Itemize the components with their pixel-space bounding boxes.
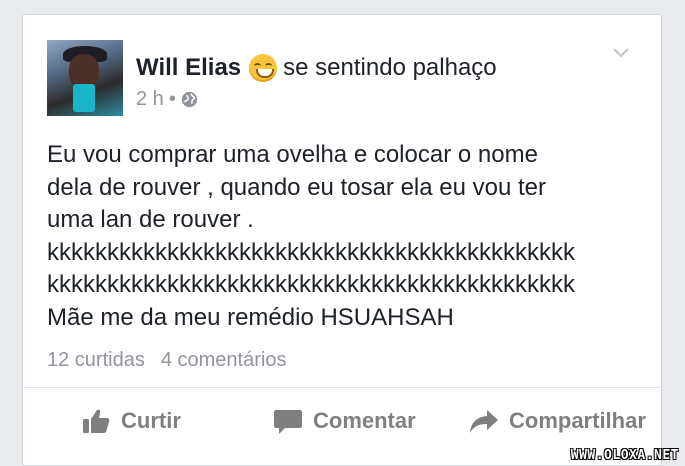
post-line: Mãe me da meu remédio HSUAHSAH xyxy=(47,303,454,331)
divider xyxy=(23,387,661,388)
likes-count[interactable]: 12 curtidas xyxy=(47,349,145,372)
post-body: Eu vou comprar uma ovelha e colocar o no… xyxy=(47,139,647,334)
comment-label: Comentar xyxy=(313,408,416,433)
avatar-phone xyxy=(73,84,95,112)
author-name[interactable]: Will Elias xyxy=(136,54,241,82)
avatar[interactable] xyxy=(47,40,123,116)
post-line: uma lan de rouver . xyxy=(47,206,254,233)
comment-button[interactable]: Comentar xyxy=(273,407,416,435)
post-line: dela de rouver , quando eu tosar ela eu … xyxy=(47,173,547,201)
like-button[interactable]: Curtir xyxy=(81,407,181,435)
speech-bubble-icon xyxy=(274,410,302,434)
timestamp[interactable]: 2 h xyxy=(136,88,164,111)
feeling-text: se sentindo palhaço xyxy=(283,54,497,81)
comments-count[interactable]: 4 comentários xyxy=(161,349,287,372)
reaction-counts: 12 curtidas 4 comentários xyxy=(47,349,286,372)
post-line: Eu vou comprar uma ovelha e colocar o no… xyxy=(47,141,538,168)
post-line: kkkkkkkkkkkkkkkkkkkkkkkkkkkkkkkkkkkkkkkk… xyxy=(47,238,575,266)
post-header: Will Elias se sentindo palhaço xyxy=(136,53,497,83)
chevron-down-icon[interactable] xyxy=(610,41,632,63)
watermark: WWW.OLOXA.NET xyxy=(570,448,679,463)
share-button[interactable]: Compartilhar xyxy=(469,407,646,435)
action-bar: Curtir Comentar Compartilhar xyxy=(23,407,663,447)
avatar-face xyxy=(69,54,99,88)
post-card: Will Elias se sentindo palhaço 2 h • Eu … xyxy=(22,14,662,466)
like-label: Curtir xyxy=(121,408,181,433)
post-meta: 2 h • xyxy=(136,88,198,111)
share-label: Compartilhar xyxy=(509,408,646,433)
globe-icon[interactable] xyxy=(181,91,198,108)
meta-separator: • xyxy=(168,88,176,110)
post-line: kkkkkkkkkkkkkkkkkkkkkkkkkkkkkkkkkkkkkkkk… xyxy=(47,271,575,298)
share-arrow-icon xyxy=(470,410,498,433)
thumbs-up-icon xyxy=(83,409,110,433)
grinning-face-icon xyxy=(249,54,278,82)
